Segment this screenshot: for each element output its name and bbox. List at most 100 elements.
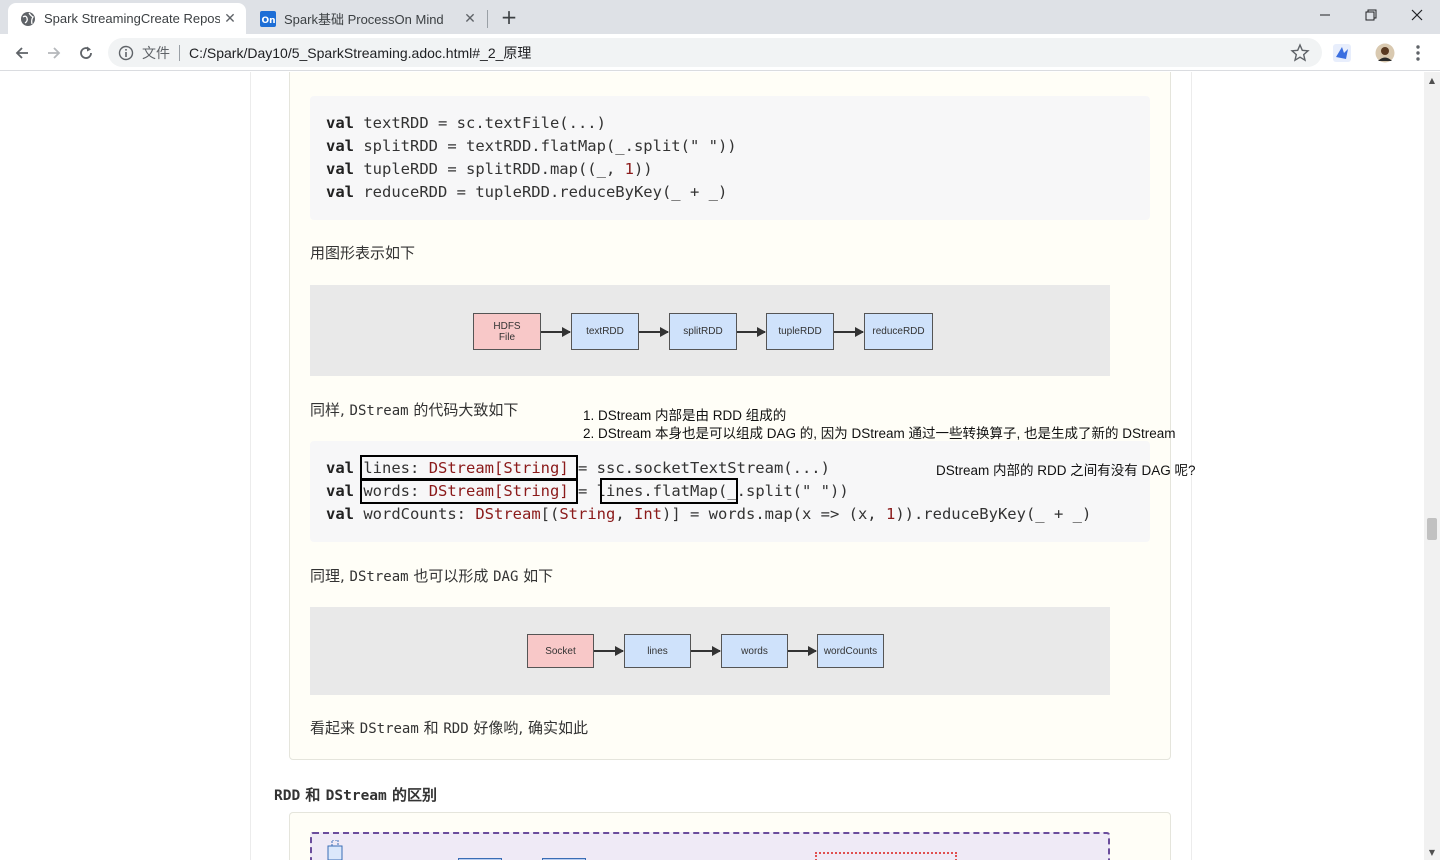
- bookmark-star-icon[interactable]: [1290, 42, 1310, 63]
- back-button[interactable]: [8, 39, 36, 67]
- arrow-right-icon: [48, 47, 61, 59]
- menu-dots-icon[interactable]: [1408, 43, 1428, 63]
- keyword: val: [326, 183, 354, 201]
- type-name: Int: [634, 505, 662, 523]
- browser-toolbar: 文件 C:/Spark/Day10/5_SparkStreaming.adoc.…: [0, 34, 1440, 71]
- forward-button[interactable]: [40, 39, 68, 67]
- code-line: val wordCounts: DStream[(String, Int)] =…: [326, 503, 1091, 526]
- code-text: tupleRDD = splitRDD.map((_,: [354, 160, 625, 178]
- node-lines: lines: [624, 634, 691, 668]
- text: 的代码大致如下: [408, 401, 519, 419]
- text: 和: [300, 786, 326, 804]
- code-block-rdd: val textRDD = sc.textFile(...) val split…: [310, 96, 1150, 220]
- close-tab-icon[interactable]: ✕: [460, 9, 480, 29]
- tab-title: Spark StreamingCreate Reposi: [44, 11, 220, 26]
- svg-text:On: On: [262, 16, 276, 26]
- close-icon: [1411, 9, 1423, 21]
- code-text: ,: [615, 505, 634, 523]
- node-words: words: [721, 634, 788, 668]
- scroll-up-arrow-icon[interactable]: ▲: [1424, 72, 1440, 88]
- highlight-box: [600, 478, 738, 504]
- node-socket: Socket: [527, 634, 594, 668]
- text: 如下: [518, 567, 554, 585]
- arrow: [834, 327, 864, 337]
- paragraph-graph-intro: 用图形表示如下: [310, 244, 416, 262]
- scrollbar-thumb[interactable]: [1427, 518, 1437, 540]
- close-window-button[interactable]: [1394, 0, 1440, 30]
- inline-code: RDD: [274, 788, 301, 804]
- text: 看起来: [310, 719, 360, 737]
- avatar[interactable]: [1375, 43, 1395, 63]
- reload-button[interactable]: [72, 39, 100, 67]
- keyword: val: [326, 459, 354, 477]
- restore-icon: [1365, 9, 1377, 21]
- processon-icon: On: [260, 10, 276, 27]
- code-text: splitRDD = textRDD.flatMap(_.split(" ")): [354, 137, 737, 155]
- arrow-left-icon: [15, 47, 28, 59]
- code-text: )): [633, 160, 653, 178]
- tab-processon[interactable]: On Spark基础 ProcessOn Mind ✕: [248, 3, 486, 34]
- number-literal: 1: [885, 505, 896, 523]
- section-heading: RDD 和 DStream 的区别: [274, 784, 437, 805]
- text: 好像哟, 确实如此: [468, 719, 588, 737]
- inline-code: DStream: [349, 569, 409, 585]
- type-name: String: [559, 505, 616, 523]
- reload-icon: [80, 46, 92, 59]
- node-reducerdd: reduceRDD: [864, 313, 933, 350]
- code-text: = ssc.socketTextStream(...): [568, 459, 830, 477]
- text: 的区别: [386, 786, 437, 804]
- info-icon: [118, 45, 134, 60]
- inline-code: DStream: [359, 721, 419, 737]
- paragraph-dstream-dag: 同理, DStream 也可以形成 DAG 如下: [310, 565, 553, 586]
- code-text: )).reduceByKey(_ + _): [895, 505, 1092, 523]
- arrow: [594, 646, 624, 656]
- omnibox-divider: [179, 44, 180, 61]
- minimize-button[interactable]: [1302, 0, 1348, 30]
- node-icon: [327, 840, 343, 860]
- extension-icon[interactable]: [1332, 43, 1352, 63]
- paragraph-seems-alike: 看起来 DStream 和 RDD 好像哟, 确实如此: [310, 717, 588, 738]
- node-splitrdd: splitRDD: [669, 313, 737, 350]
- paragraph-dstream-code: 同样, DStream 的代码大致如下: [310, 399, 518, 420]
- text: 同理,: [310, 567, 350, 585]
- scheme-label: 文件: [142, 44, 170, 61]
- number-literal: 1: [624, 160, 634, 178]
- annotation-note-1: 1. DStream 内部是由 RDD 组成的: [583, 408, 787, 423]
- inline-code: DStream: [349, 403, 409, 419]
- close-tab-icon[interactable]: ✕: [220, 9, 240, 29]
- arrow: [541, 327, 571, 337]
- keyword: val: [326, 137, 354, 155]
- type-name: DStream: [475, 505, 541, 523]
- page-viewport: val textRDD = sc.textFile(...) val split…: [0, 72, 1424, 860]
- new-tab-button[interactable]: +: [498, 5, 520, 29]
- rdd-dag-diagram: HDFS File textRDD splitRDD tupleRDD redu…: [310, 285, 1110, 376]
- scroll-down-arrow-icon[interactable]: ▼: [1424, 844, 1440, 860]
- code-line: val reduceRDD = tupleRDD.reduceByKey(_ +…: [326, 181, 727, 204]
- diagram-preview: [310, 832, 1110, 860]
- address-bar[interactable]: 文件 C:/Spark/Day10/5_SparkStreaming.adoc.…: [108, 38, 1322, 67]
- vertical-scrollbar[interactable]: ▲ ▼: [1424, 72, 1440, 860]
- keyword: val: [326, 505, 354, 523]
- code-line: val tupleRDD = splitRDD.map((_, 1)): [326, 158, 653, 181]
- highlight-box: [360, 478, 578, 504]
- arrow: [737, 327, 766, 337]
- keyword: val: [326, 114, 354, 132]
- code-text: wordCounts:: [354, 505, 476, 523]
- annotation-question: DStream 内部的 RDD 之间有没有 DAG 呢?: [936, 463, 1196, 478]
- tab-separator: [487, 10, 488, 28]
- text: 和: [418, 719, 444, 737]
- url-text[interactable]: C:/Spark/Day10/5_SparkStreaming.adoc.htm…: [189, 43, 1290, 63]
- annotation-note-2: 2. DStream 本身也是可以组成 DAG 的, 因为 DStream 通过…: [583, 426, 1176, 441]
- keyword: val: [326, 160, 354, 178]
- tab-title: Spark基础 ProcessOn Mind: [284, 12, 444, 27]
- globe-icon: [21, 11, 35, 26]
- code-text: textRDD = sc.textFile(...): [354, 114, 606, 132]
- node-tuplerdd: tupleRDD: [766, 313, 834, 350]
- keyword: val: [326, 482, 354, 500]
- restore-button[interactable]: [1348, 0, 1394, 30]
- dstream-dag-diagram: Socket lines words wordCounts: [310, 607, 1110, 695]
- tab-spark-streaming[interactable]: Spark StreamingCreate Reposi ✕: [8, 3, 246, 34]
- text: 也可以形成: [408, 567, 494, 585]
- node-hdfs-file: HDFS File: [473, 313, 541, 350]
- inline-code: DAG: [493, 569, 519, 585]
